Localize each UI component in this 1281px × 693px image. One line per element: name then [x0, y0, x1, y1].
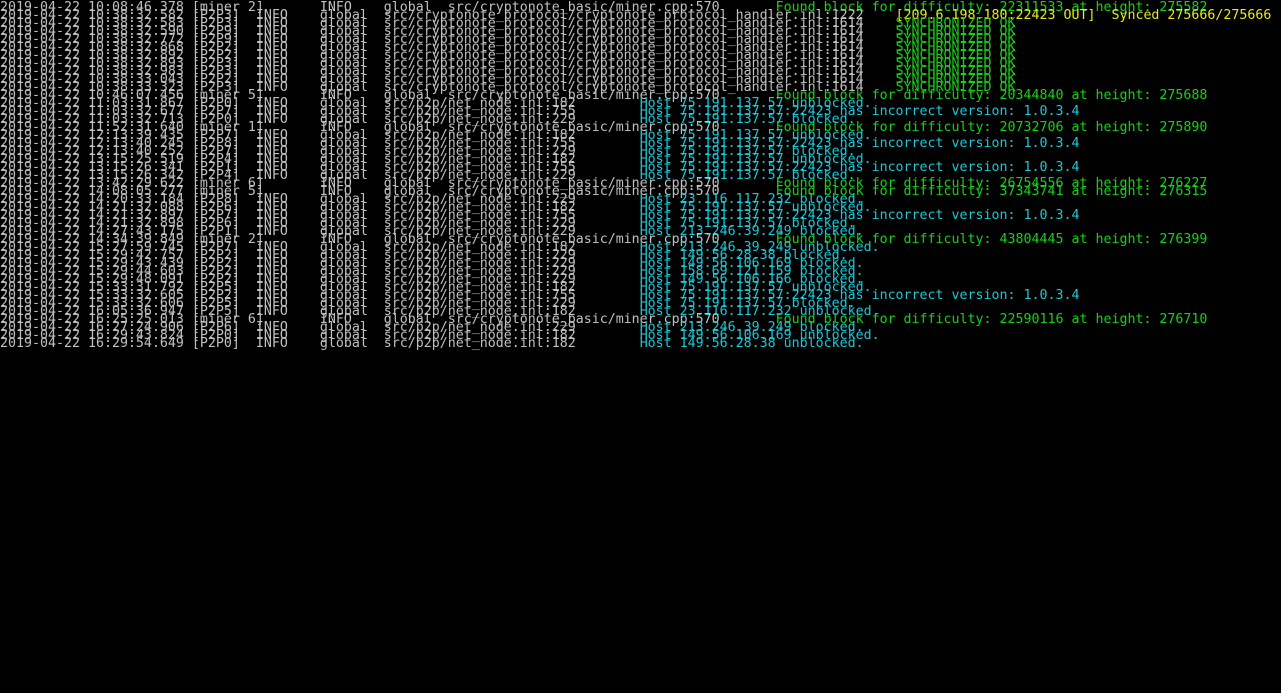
log-line: 2019-04-22 16:29:54.649 [P2P0] INFO glob…: [0, 336, 1281, 352]
log-line-message: Host 149.56.28.38 unblocked.: [639, 336, 864, 351]
terminal-window[interactable]: 2019-04-22 10:08:46.378 [miner 2] INFO g…: [0, 0, 1281, 693]
log-line-prefix: 2019-04-22 16:29:54.649 [P2P0] INFO glob…: [0, 336, 640, 351]
